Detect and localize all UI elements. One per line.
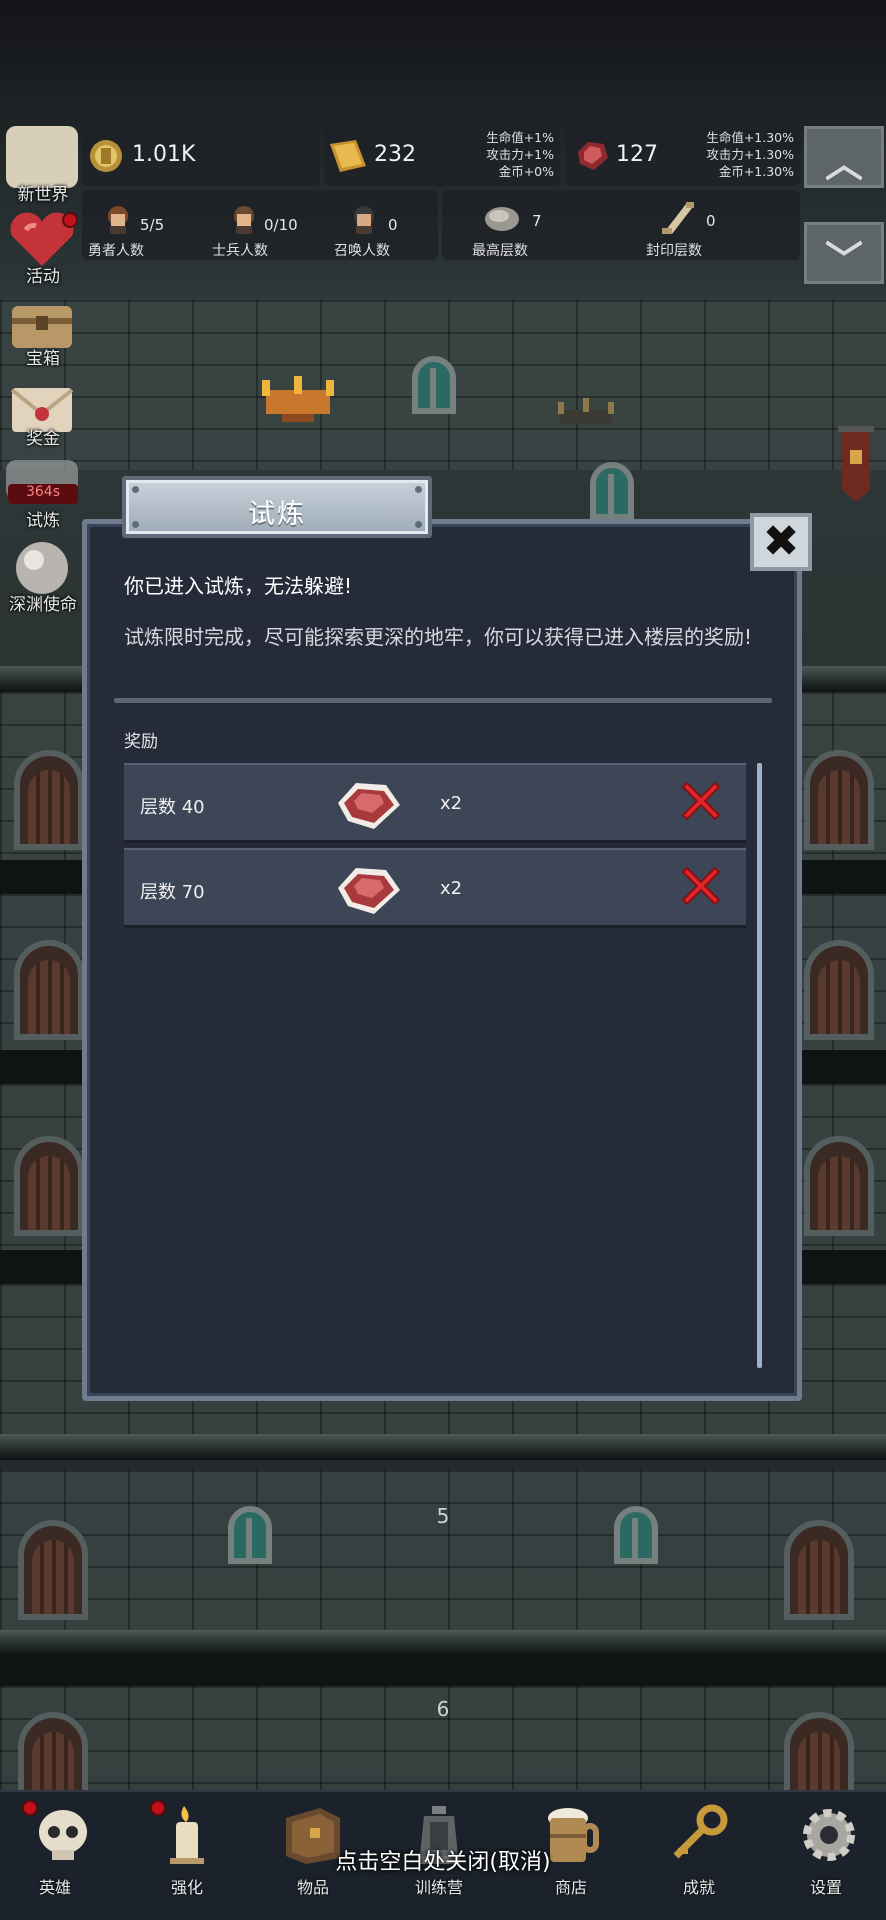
reward-row: 层数 70 x2 [124, 848, 746, 928]
bread-bonus-atk: 攻击力+1% [486, 147, 554, 162]
not-claimed-x-icon [679, 864, 723, 912]
rewards-heading: 奖励 [124, 732, 158, 752]
treasure-chest-icon [6, 290, 78, 352]
max-floor-label: 最高层数 [472, 243, 528, 259]
nav-label: 训练营 [414, 1878, 463, 1897]
soldier-count-label: 士兵人数 [212, 243, 268, 259]
left-menu-label: 活动 [26, 267, 60, 287]
scroll-up-button[interactable]: ︿ [804, 126, 884, 188]
trial-timer-badge: 364s [8, 484, 78, 504]
left-menu-label: 深渊使命 [9, 595, 77, 615]
floor-ledge [0, 1434, 886, 1460]
summon-count: 0 [388, 216, 398, 234]
notification-dot [22, 1800, 38, 1816]
gold-value: 1.01K [132, 142, 196, 167]
close-button[interactable]: ✖ [750, 513, 812, 571]
bread-icon [326, 136, 370, 180]
chevron-down-icon: ﹀ [824, 238, 863, 282]
gem-bonus: 生命值+1.30% 攻击力+1.30% 金币+1.30% [680, 129, 794, 180]
dungeon-door [18, 1520, 88, 1620]
gem-bonus-hp: 生命值+1.30% [706, 130, 794, 145]
dungeon-door [14, 750, 84, 850]
left-menu-bonus[interactable]: 奖金 [0, 380, 86, 460]
dungeon-door [14, 940, 84, 1040]
hero-count-label: 勇者人数 [88, 243, 144, 259]
brick-wall [0, 1470, 886, 1638]
ruby-gem-icon [574, 138, 610, 176]
sealed-floor-label: 封印层数 [646, 243, 702, 259]
left-menu-new-world[interactable]: 新世界 [0, 126, 86, 206]
notification-dot [150, 1800, 166, 1816]
scroll-down-button[interactable]: ﹀ [804, 222, 884, 284]
left-menu-abyss-mission[interactable]: 深渊使命 [0, 538, 86, 618]
dungeon-door [804, 750, 874, 850]
dungeon-door [804, 940, 874, 1040]
hero-head-icon [104, 204, 132, 238]
hero-count: 5/5 [140, 216, 165, 234]
nav-label: 物品 [296, 1878, 329, 1897]
left-menu-label: 新世界 [17, 185, 69, 205]
trial-entered-message: 你已进入试炼，无法躲避! [124, 574, 353, 598]
reward-quantity: x2 [440, 793, 463, 814]
floor-ledge [0, 1630, 886, 1656]
left-menu-event[interactable]: 活动 [0, 208, 86, 288]
floor-divider [0, 1656, 886, 1686]
gem-bonus-atk: 攻击力+1.30% [706, 147, 794, 162]
dungeon-door [14, 1136, 84, 1236]
notification-dot [62, 212, 78, 228]
ruby-gem-icon [334, 862, 404, 922]
tap-to-close-hint[interactable]: 点击空白处关闭(取消) [0, 1844, 886, 1876]
gem-bonus-gold: 金币+1.30% [718, 164, 794, 179]
nav-label: 英雄 [38, 1878, 71, 1897]
sealed-floor-count: 0 [706, 212, 716, 230]
left-menu-trial[interactable]: 364s 试炼 [0, 456, 86, 536]
left-menu-chest[interactable]: 宝箱 [0, 290, 86, 370]
dialog-title: 试炼 [248, 499, 306, 530]
left-menu-label: 宝箱 [26, 349, 60, 369]
left-menu-label: 奖金 [26, 429, 60, 449]
rewards-scrollbar[interactable] [757, 763, 762, 1368]
stone-floor-icon [484, 204, 520, 236]
reward-floor-label: 层数 70 [140, 882, 205, 903]
dungeon-door [804, 1136, 874, 1236]
chandelier-icon [262, 370, 334, 432]
summon-head-icon [350, 204, 378, 238]
map-icon [6, 126, 78, 188]
not-claimed-x-icon [679, 779, 723, 827]
chandelier-icon [556, 394, 616, 438]
nav-label: 设置 [809, 1878, 842, 1897]
bread-value: 232 [374, 142, 416, 167]
nav-label: 成就 [682, 1878, 715, 1897]
chevron-up-icon: ︿ [824, 142, 863, 186]
banner-icon [836, 426, 876, 510]
reward-floor-label: 层数 40 [140, 797, 205, 818]
bread-bonus-hp: 生命值+1% [486, 130, 554, 145]
left-menu-label: 试炼 [26, 511, 60, 531]
close-icon: ✖ [762, 516, 800, 567]
nav-label: 强化 [170, 1878, 203, 1897]
dialog-title-plate: 试炼 [122, 476, 432, 538]
max-floor-count: 7 [532, 212, 542, 230]
nav-label: 商店 [554, 1878, 587, 1897]
gem-value: 127 [616, 142, 658, 167]
gold-coin-icon [88, 138, 124, 178]
scroll-icon [660, 200, 696, 240]
bread-bonus-gold: 金币+0% [498, 164, 554, 179]
dialog-divider [114, 698, 772, 703]
dungeon-window [590, 462, 634, 520]
reward-quantity: x2 [440, 878, 463, 899]
trial-description: 试炼限时完成，尽可能探索更深的地牢，你可以获得已进入楼层的奖励! [124, 625, 753, 649]
ruby-gem-icon [334, 777, 404, 837]
soldier-head-icon [230, 204, 258, 238]
dungeon-door [784, 1520, 854, 1620]
floor-number: 5 [436, 1504, 450, 1528]
soldier-count: 0/10 [264, 216, 298, 234]
reward-row: 层数 40 x2 [124, 763, 746, 843]
floor-number: 6 [436, 1697, 450, 1721]
summon-count-label: 召唤人数 [334, 243, 390, 259]
dungeon-window [412, 356, 456, 414]
bread-bonus: 生命值+1% 攻击力+1% 金币+0% [440, 129, 554, 180]
